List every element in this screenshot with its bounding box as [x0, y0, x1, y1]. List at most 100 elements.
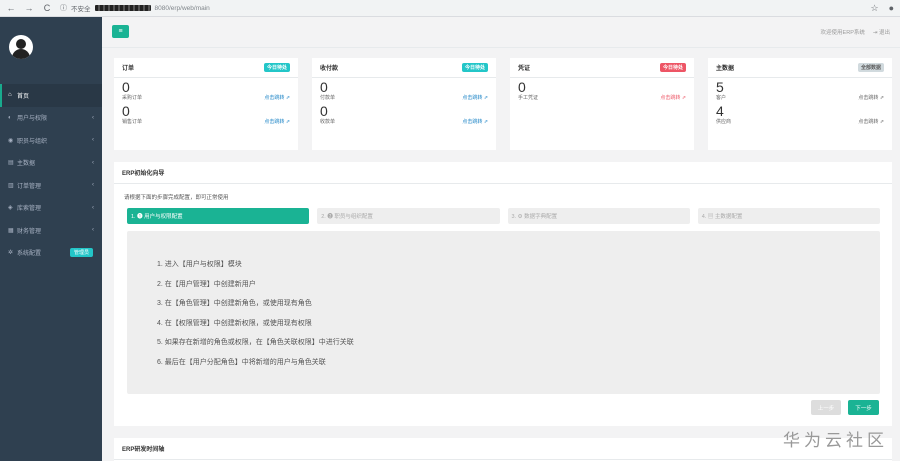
jump-link[interactable]: 点击跳转 ⇗: [462, 94, 488, 101]
sidebar-menu: ⌂ 首页 ◐ 用户与权限 ‹ ◉ 职员与组织 ‹ ▤ 主数据 ‹ ▥ 订单管理 ‹ ◈ 库索管理 ‹ ▦ 财务管理 ‹…: [0, 84, 102, 264]
header-divider: [102, 47, 900, 48]
card-badge: 今日待处: [461, 63, 488, 72]
instruction-line: 4. 在【权限管理】中创建新权限，或使用现有权限: [157, 319, 312, 327]
wizard-title: ERP初始化向导: [114, 162, 892, 184]
stat-number: 0: [320, 79, 328, 95]
chevron-left-icon: ‹: [92, 227, 94, 234]
card-header: 主数据 全部数据: [708, 58, 892, 78]
instruction-line: 3. 在【角色管理】中创建新角色，或使用现有角色: [157, 300, 312, 307]
card-header: 订单 今日待处: [114, 58, 298, 78]
stat-number: 4: [716, 103, 724, 119]
back-icon[interactable]: ←: [6, 3, 16, 13]
card-stat: 0 销售订单 点击跳转 ⇗: [114, 104, 298, 126]
jump-link[interactable]: 点击跳转 ⇗: [264, 118, 290, 125]
sidebar-item-icon: ◐: [8, 114, 12, 121]
card-badge: 今日待处: [263, 63, 290, 72]
sidebar-item-label: 库索管理: [17, 206, 42, 213]
prev-step-button[interactable]: 上一步: [811, 400, 841, 415]
card-title: 收付款: [320, 66, 339, 72]
sidebar-item-icon: ▦: [8, 227, 14, 234]
jump-link[interactable]: 点击跳转 ⇗: [462, 118, 488, 125]
card-header: 收付款 今日待处: [312, 58, 496, 78]
info-icon[interactable]: ⓘ: [60, 3, 67, 13]
chevron-left-icon: ‹: [92, 204, 94, 211]
sidebar-item[interactable]: ⌂ 首页: [0, 84, 102, 107]
sidebar-item-label: 主数据: [17, 161, 36, 168]
jump-link[interactable]: 点击跳转 ⇗: [264, 94, 290, 101]
sidebar-item[interactable]: ◉ 职员与组织 ‹: [0, 129, 102, 152]
sidebar-item[interactable]: ✲ 系统配置 管理员: [0, 242, 102, 265]
forward-icon[interactable]: →: [24, 3, 34, 13]
jump-link[interactable]: 点击跳转 ⇗: [858, 94, 884, 101]
top-right-links: 欢迎使用ERP系统 ⇥ 退出: [821, 28, 890, 36]
card-stat: 5 客户 点击跳转 ⇗: [708, 80, 892, 102]
sidebar-item-label: 用户与权限: [17, 116, 48, 123]
welcome-text: 欢迎使用ERP系统: [820, 30, 865, 36]
summary-card: 凭证 今日待处 0 手工凭证 点击跳转 ⇗: [510, 58, 694, 150]
menu-toggle-button[interactable]: ≡: [112, 25, 129, 38]
avatar-head-shape: [16, 39, 26, 49]
wizard-step-tab[interactable]: 4. ▤ 主数据配置: [697, 208, 880, 224]
avatar[interactable]: [9, 35, 33, 59]
card-title: 凭证: [518, 66, 531, 72]
sidebar-item-icon: ⌂: [8, 92, 12, 99]
stat-number: 5: [716, 79, 724, 95]
address-bar[interactable]: ⓘ 不安全 8080/erp/web/main: [60, 2, 862, 14]
timeline-title: ERP研发时间轴: [114, 438, 892, 460]
stat-number: 0: [518, 79, 526, 95]
sidebar-item[interactable]: ▦ 财务管理 ‹: [0, 219, 102, 242]
sidebar-item[interactable]: ▥ 订单管理 ‹: [0, 174, 102, 197]
wizard-step-tab[interactable]: 2. ❷ 职员与组织配置: [317, 208, 500, 224]
jump-link[interactable]: 点击跳转 ⇗: [660, 94, 686, 101]
instruction-line: 5. 如果存在新增的角色或权限，在【角色关联权限】中进行关联: [157, 339, 354, 346]
summary-card: 主数据 全部数据 5 客户 点击跳转 ⇗ 4 供应商 点击跳转 ⇗: [708, 58, 892, 150]
wizard-hint: 请根据下面的步骤完成配置，即可正常使用: [124, 195, 229, 201]
wizard-panel: ERP初始化向导 请根据下面的步骤完成配置，即可正常使用 1. ❶ 用户与权限配…: [114, 162, 892, 426]
url-text: 8080/erp/web/main: [154, 4, 210, 12]
sidebar-item-label: 财务管理: [17, 228, 42, 235]
bookmark-star-icon[interactable]: ☆: [870, 3, 878, 14]
sidebar-item-label: 首页: [17, 93, 30, 100]
chevron-left-icon: ‹: [92, 182, 94, 189]
reload-icon[interactable]: C: [42, 3, 52, 13]
sidebar-item-label: 订单管理: [17, 183, 42, 190]
timeline-panel: ERP研发时间轴: [114, 438, 892, 461]
card-stat: 0 手工凭证 点击跳转 ⇗: [510, 80, 694, 102]
instruction-line: 2. 在【用户管理】中创建新用户: [157, 280, 256, 288]
wizard-step-content: 1. 进入【用户与权限】模块 2. 在【用户管理】中创建新用户 3. 在【角色管理】…: [127, 231, 880, 394]
summary-card: 收付款 今日待处 0 付款单 点击跳转 ⇗ 0 收款单 点击跳转 ⇗: [312, 58, 496, 150]
card-title: 主数据: [716, 66, 735, 72]
card-stat: 0 采购订单 点击跳转 ⇗: [114, 80, 298, 102]
watermark: 华为云社区: [783, 431, 888, 451]
sidebar-item-label: 职员与组织: [17, 138, 48, 145]
sidebar-item-icon: ▥: [8, 182, 14, 189]
wizard-step-tab[interactable]: 1. ❶ 用户与权限配置: [127, 208, 310, 224]
card-stat: 0 收款单 点击跳转 ⇗: [312, 104, 496, 126]
sidebar-item[interactable]: ◐ 用户与权限 ‹: [0, 107, 102, 130]
chevron-left-icon: ‹: [92, 114, 94, 121]
instruction-line: 1. 进入【用户与权限】模块: [157, 261, 242, 268]
sidebar-item[interactable]: ▤ 主数据 ‹: [0, 152, 102, 175]
account-icon[interactable]: ●: [889, 3, 894, 14]
sidebar-item-icon: ◉: [8, 137, 14, 144]
jump-link[interactable]: 点击跳转 ⇗: [858, 118, 884, 125]
wizard-steps: 1. ❶ 用户与权限配置 2. ❷ 职员与组织配置 3. ⚙ 数据字典配置 4. ▤ …: [127, 208, 880, 224]
wizard-step-tab[interactable]: 3. ⚙ 数据字典配置: [507, 208, 690, 224]
stat-number: 0: [122, 103, 130, 119]
url-redacted: [94, 5, 151, 11]
sidebar-item-label: 系统配置: [17, 251, 42, 258]
next-step-button[interactable]: 下一步: [848, 400, 879, 415]
card-badge: 今日待处: [659, 63, 686, 72]
stat-number: 0: [122, 79, 130, 95]
logout-link[interactable]: ⇥ 退出: [873, 28, 890, 36]
stat-number: 0: [320, 103, 328, 119]
avatar-body-shape: [12, 49, 30, 59]
card-title: 订单: [122, 66, 135, 72]
role-badge: 管理员: [69, 248, 93, 258]
card-badge: 全部数据: [857, 63, 884, 72]
sidebar-item[interactable]: ◈ 库索管理 ‹: [0, 197, 102, 220]
sidebar-item-icon: ✲: [8, 250, 14, 257]
sidebar-item-icon: ▤: [8, 160, 14, 167]
sidebar: ⌂ 首页 ◐ 用户与权限 ‹ ◉ 职员与组织 ‹ ▤ 主数据 ‹ ▥ 订单管理 ‹ ◈ 库索管理 ‹ ▦ 财务管理 ‹…: [0, 17, 102, 461]
browser-toolbar: ← → C ⓘ 不安全 8080/erp/web/main ☆ ●: [0, 0, 900, 17]
